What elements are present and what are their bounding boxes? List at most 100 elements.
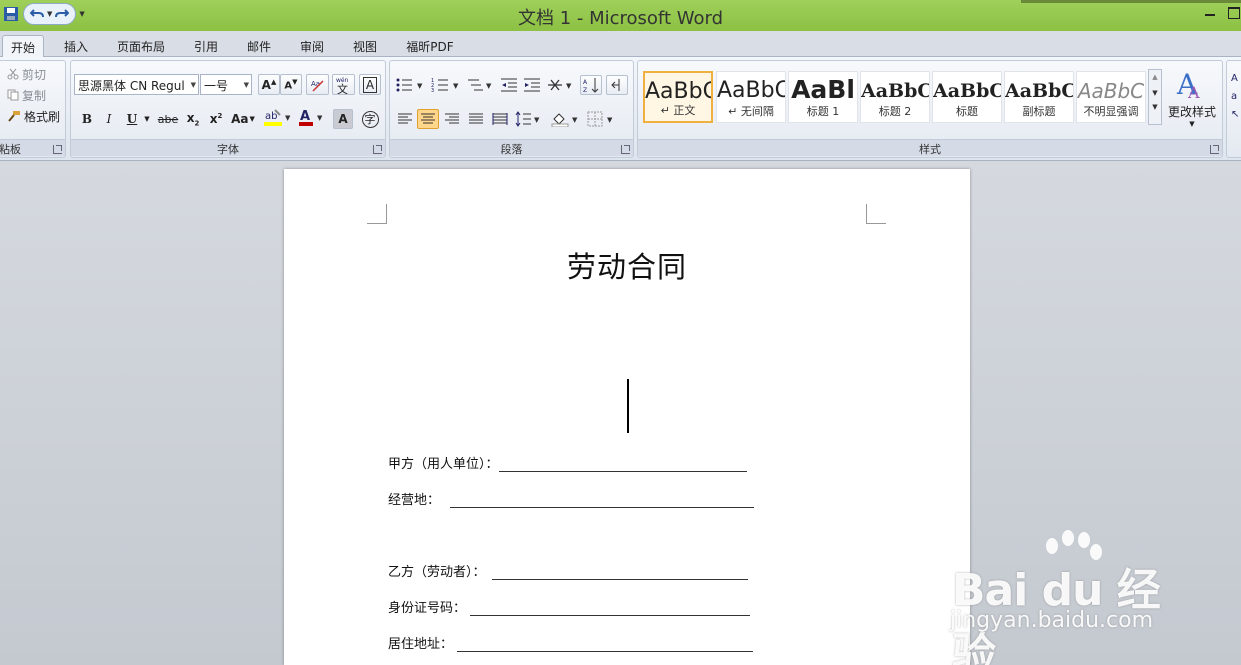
align-left-button[interactable]: [394, 109, 416, 129]
strikethrough-button[interactable]: abe: [155, 109, 181, 129]
change-styles-icon: AA: [1176, 68, 1200, 100]
document-page[interactable]: 劳动合同 甲方（用人单位）： 经营地： 乙方（劳动者）： 身份证号码： 居住地址…: [284, 169, 970, 665]
field-id-number: 身份证号码：: [388, 597, 751, 616]
character-shading-button[interactable]: A: [333, 109, 353, 129]
tab-mailings[interactable]: 邮件: [237, 35, 281, 57]
paragraph-mark-icon: [611, 79, 620, 91]
svg-text:▼: ▼: [417, 82, 423, 90]
svg-text:A: A: [583, 79, 588, 86]
enclose-characters-button[interactable]: 字: [359, 109, 381, 129]
title-bar: ▼ ▼ 文档 1 - Microsoft Word: [0, 0, 1241, 31]
find-icon[interactable]: A: [1231, 73, 1238, 84]
style-subtle-emphasis[interactable]: AaBbC 不明显强调: [1076, 71, 1146, 123]
strikethrough-icon: abe: [157, 112, 179, 126]
style-name: 标题: [956, 105, 978, 118]
bullets-button[interactable]: ▼: [394, 75, 428, 95]
font-launcher-icon[interactable]: [373, 145, 382, 154]
tab-view[interactable]: 视图: [343, 35, 387, 57]
copy-button[interactable]: 复制: [7, 86, 46, 104]
clear-formatting-button[interactable]: Aa: [306, 74, 329, 95]
maximize-icon[interactable]: [1227, 4, 1241, 20]
font-group-label: 字体: [71, 139, 385, 156]
underline-button[interactable]: U: [122, 109, 142, 129]
numbering-button[interactable]: 1 2 3 ▼: [430, 75, 464, 95]
chinese-layout-button[interactable]: ▼: [546, 75, 576, 95]
clear-formatting-icon: Aa: [311, 80, 324, 92]
highlight-button[interactable]: ab ▼: [261, 107, 295, 129]
styles-gallery-scroll[interactable]: ▲ ▼ ▼: [1148, 69, 1162, 125]
field-underline[interactable]: [470, 603, 751, 616]
style-subtitle[interactable]: AaBbC 副标题: [1004, 71, 1074, 123]
editing-group: A a ↖: [1226, 60, 1241, 158]
font-color-button[interactable]: A ▼: [297, 107, 327, 129]
underline-icon: U: [126, 112, 138, 126]
more-styles-icon[interactable]: ▼: [1149, 103, 1161, 111]
tab-page-layout[interactable]: 页面布局: [108, 35, 174, 57]
style-sample: AaBbC: [933, 80, 1001, 102]
line-spacing-button[interactable]: ▼: [514, 109, 544, 129]
select-icon[interactable]: ↖: [1231, 109, 1239, 120]
align-center-button[interactable]: [417, 109, 439, 129]
underline-dropdown[interactable]: ▼: [142, 109, 152, 129]
style-heading-1[interactable]: AaBl 标题 1: [788, 71, 858, 123]
shrink-font-button[interactable]: A▼: [280, 74, 302, 95]
field-underline[interactable]: [498, 459, 747, 472]
distributed-button[interactable]: [489, 109, 511, 129]
replace-icon[interactable]: a: [1231, 91, 1237, 102]
change-styles-button[interactable]: AA 更改样式 ▼: [1165, 66, 1219, 136]
field-underline[interactable]: [491, 567, 748, 580]
styles-launcher-icon[interactable]: [1210, 145, 1219, 154]
tab-review[interactable]: 审阅: [290, 35, 334, 57]
subscript-button[interactable]: x2: [183, 109, 203, 129]
bullets-icon: ▼: [396, 78, 423, 92]
font-name-combo[interactable]: 思源黑体 CN Regul ▼: [74, 74, 199, 95]
svg-text:▼: ▼: [534, 116, 540, 124]
style-normal[interactable]: AaBbC ↵ 正文: [643, 71, 713, 123]
italic-button[interactable]: I: [99, 109, 119, 129]
styles-group: AaBbC ↵ 正文 AaBbC ↵ 无间隔 AaBl 标题 1 AaBbC 标…: [637, 60, 1223, 158]
align-right-button[interactable]: [441, 109, 463, 129]
field-underline[interactable]: [450, 495, 755, 508]
justify-button[interactable]: [465, 109, 487, 129]
title-bar-accent: [1021, 0, 1241, 3]
show-hide-marks-button[interactable]: [606, 75, 628, 95]
tab-references[interactable]: 引用: [184, 35, 228, 57]
style-title[interactable]: AaBbC 标题: [932, 71, 1002, 123]
change-case-icon: Aa: [231, 112, 249, 126]
multilevel-list-button[interactable]: ▼: [466, 75, 496, 95]
style-no-spacing[interactable]: AaBbC ↵ 无间隔: [716, 71, 786, 123]
change-case-button[interactable]: Aa ▼: [229, 109, 257, 129]
cut-button[interactable]: 剪切: [7, 65, 46, 83]
format-painter-label: 格式刷: [24, 109, 61, 124]
character-border-button[interactable]: A: [359, 74, 381, 95]
decrease-indent-button[interactable]: [498, 75, 520, 95]
chevron-down-icon[interactable]: ▼: [1149, 89, 1161, 97]
phonetic-guide-button[interactable]: wén 文: [332, 74, 355, 95]
minimize-icon[interactable]: [1203, 4, 1217, 20]
font-name-value: 思源黑体 CN Regul: [78, 79, 185, 93]
shading-button[interactable]: ▼: [550, 109, 582, 129]
tab-foxit-pdf[interactable]: 福昕PDF: [398, 35, 462, 57]
format-painter-button[interactable]: 格式刷: [7, 107, 60, 125]
svg-text:A: A: [1187, 83, 1200, 100]
increase-indent-icon: [524, 78, 540, 92]
clipboard-launcher-icon[interactable]: [53, 145, 62, 154]
font-size-combo[interactable]: 一号 ▼: [200, 74, 252, 95]
chevron-up-icon[interactable]: ▲: [1149, 73, 1161, 81]
svg-text:Z: Z: [583, 87, 587, 93]
style-sample: AaBbC: [861, 80, 929, 102]
paragraph-launcher-icon[interactable]: [621, 145, 630, 154]
grow-font-button[interactable]: A▲: [258, 74, 280, 95]
superscript-button[interactable]: x2: [206, 109, 226, 129]
style-name: ↵ 无间隔: [728, 105, 774, 118]
sort-button[interactable]: AZ: [580, 75, 602, 95]
tab-insert[interactable]: 插入: [54, 35, 98, 57]
increase-indent-button[interactable]: [521, 75, 543, 95]
bold-button[interactable]: B: [77, 109, 97, 129]
style-heading-2[interactable]: AaBbC 标题 2: [860, 71, 930, 123]
clipboard-group: 剪切 复制 格式刷 粘板: [0, 60, 66, 158]
tab-home[interactable]: 开始: [2, 35, 44, 57]
borders-button[interactable]: ▼: [586, 109, 618, 129]
field-label: 身份证号码：: [388, 601, 467, 616]
field-underline[interactable]: [457, 639, 754, 652]
